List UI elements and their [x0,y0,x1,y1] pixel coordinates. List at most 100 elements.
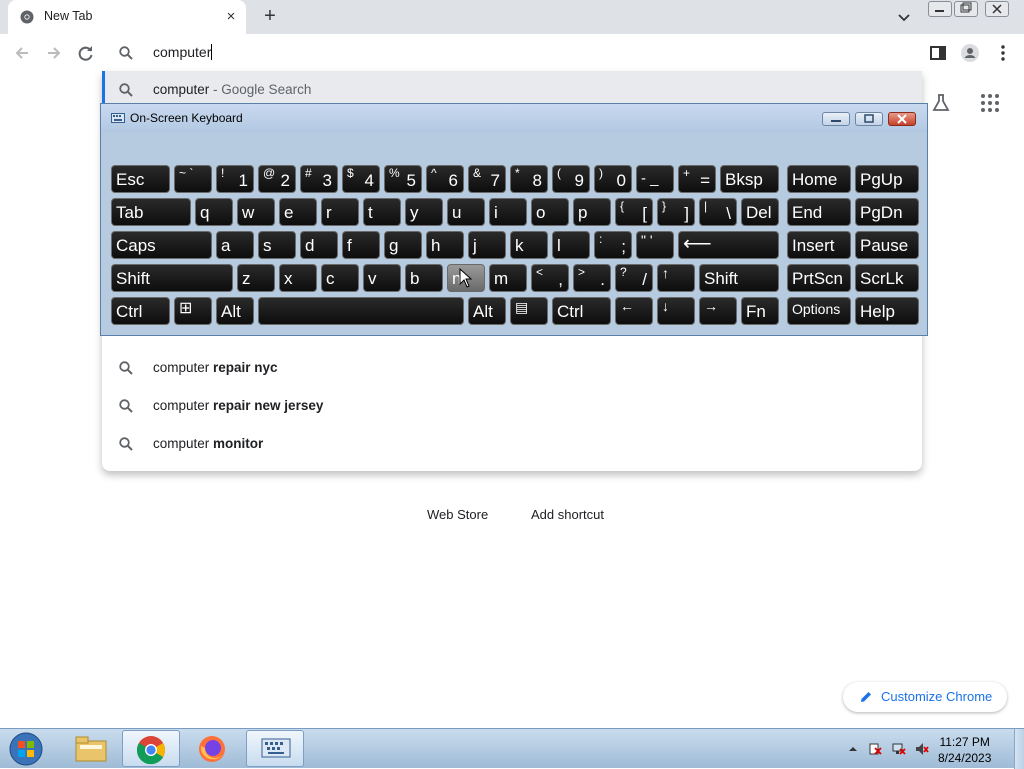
key-pause[interactable]: Pause [855,231,919,259]
restore-button[interactable] [954,1,978,17]
key-equals[interactable]: + = [678,165,716,193]
key-i[interactable]: i [489,198,527,226]
key-z[interactable]: z [237,264,275,292]
key-j[interactable]: j [468,231,506,259]
osk-maximize-button[interactable] [855,112,883,126]
key-h[interactable]: h [426,231,464,259]
key-space[interactable] [258,297,464,325]
key-right-bracket[interactable]: }] [657,198,695,226]
key-x[interactable]: x [279,264,317,292]
key-scrlk[interactable]: ScrLk [855,264,919,292]
taskbar-firefox[interactable] [184,730,242,767]
key-up[interactable]: ↑ [657,264,695,292]
osk-minimize-button[interactable] [822,112,850,126]
side-panel-icon[interactable] [928,43,948,63]
key-l[interactable]: l [552,231,590,259]
key-home[interactable]: Home [787,165,851,193]
action-center-icon[interactable] [868,742,882,756]
key-esc[interactable]: Esc [111,165,170,193]
key-enter[interactable]: ⟵ [678,231,779,259]
key-t[interactable]: t [363,198,401,226]
suggestion-item[interactable]: computer repair nyc [102,349,922,387]
key-0[interactable]: ) 0 [594,165,632,193]
key-d[interactable]: d [300,231,338,259]
key-g[interactable]: g [384,231,422,259]
key-quote[interactable]: " ' [636,231,674,259]
taskbar-explorer[interactable] [62,730,120,767]
key-p[interactable]: p [573,198,611,226]
show-desktop-button[interactable] [1014,729,1024,769]
key-options[interactable]: Options [787,297,851,325]
key-fn[interactable]: Fn [741,297,779,325]
key-5[interactable]: % 5 [384,165,422,193]
key-left-bracket[interactable]: {[ [615,198,653,226]
show-hidden-icons-icon[interactable] [846,742,860,756]
key-help[interactable]: Help [855,297,919,325]
key-4[interactable]: $4 [342,165,380,193]
key-3[interactable]: #3 [300,165,338,193]
key-u[interactable]: u [447,198,485,226]
key-r[interactable]: r [321,198,359,226]
suggestion-item[interactable]: computer monitor [102,425,922,463]
key-pgup[interactable]: PgUp [855,165,919,193]
key-9[interactable]: (9 [552,165,590,193]
back-icon[interactable] [12,43,32,63]
key-k[interactable]: k [510,231,548,259]
key-q[interactable]: q [195,198,233,226]
menu-icon[interactable] [993,43,1013,63]
key-1[interactable]: ! 1 [216,165,254,193]
key-prtscn[interactable]: PrtScn [787,264,851,292]
key-windows[interactable]: ⊞ [174,297,212,325]
key-v[interactable]: v [363,264,401,292]
key-f[interactable]: f [342,231,380,259]
apps-grid-icon[interactable] [980,93,1000,113]
reload-icon[interactable] [76,43,96,63]
key-b[interactable]: b [405,264,443,292]
key-semicolon[interactable]: :; [594,231,632,259]
key-o[interactable]: o [531,198,569,226]
tab-search-icon[interactable] [894,7,914,27]
key-2[interactable]: @2 [258,165,296,193]
key-down-arrow[interactable]: ↓ [657,297,695,325]
key-7[interactable]: & 7 [468,165,506,193]
key-c[interactable]: c [321,264,359,292]
system-clock[interactable]: 11:27 PM 8/24/2023 [938,734,991,766]
tab-close-button[interactable]: × [222,8,240,26]
suggestion-item[interactable]: computer repair new jersey [102,387,922,425]
osk-close-button[interactable] [888,112,916,126]
start-button-icon[interactable] [6,731,46,767]
key-left-shift[interactable]: Shift [111,264,233,292]
key-e[interactable]: e [279,198,317,226]
key-a[interactable]: a [216,231,254,259]
key-tab[interactable]: Tab [111,198,191,226]
key-comma[interactable]: <, [531,264,569,292]
forward-icon[interactable] [44,43,64,63]
key-caps[interactable]: Caps [111,231,212,259]
key-slash[interactable]: ? / [615,264,653,292]
shortcut-add[interactable]: Add shortcut [531,507,604,522]
key-end[interactable]: End [787,198,851,226]
key-backslash[interactable]: | \ [699,198,737,226]
shortcut-web-store[interactable]: Web Store [427,507,488,522]
taskbar-on-screen-keyboard[interactable] [246,730,304,767]
key-8[interactable]: * 8 [510,165,548,193]
key-period[interactable]: >. [573,264,611,292]
volume-muted-icon[interactable] [915,742,929,756]
new-tab-button[interactable]: + [259,6,281,28]
key-tilde[interactable]: ~ ` [174,165,212,193]
key-right-shift[interactable]: Shift [699,264,779,292]
key-left-alt[interactable]: Alt [216,297,254,325]
osk-title-bar[interactable]: On-Screen Keyboard [101,104,927,132]
key-insert[interactable]: Insert [787,231,851,259]
labs-flask-icon[interactable] [930,92,952,114]
key-y[interactable]: y [405,198,443,226]
customize-chrome-button[interactable]: Customize Chrome [843,682,1007,712]
key-backspace[interactable]: Bksp [720,165,779,193]
key-right-alt[interactable]: Alt [468,297,506,325]
key-minus[interactable]: - _ [636,165,674,193]
network-icon[interactable] [892,742,906,756]
minimize-button[interactable] [928,1,952,17]
key-6[interactable]: ^ 6 [426,165,464,193]
key-right-arrow[interactable]: → [699,297,737,325]
omnibox-input[interactable]: computer [153,44,213,60]
